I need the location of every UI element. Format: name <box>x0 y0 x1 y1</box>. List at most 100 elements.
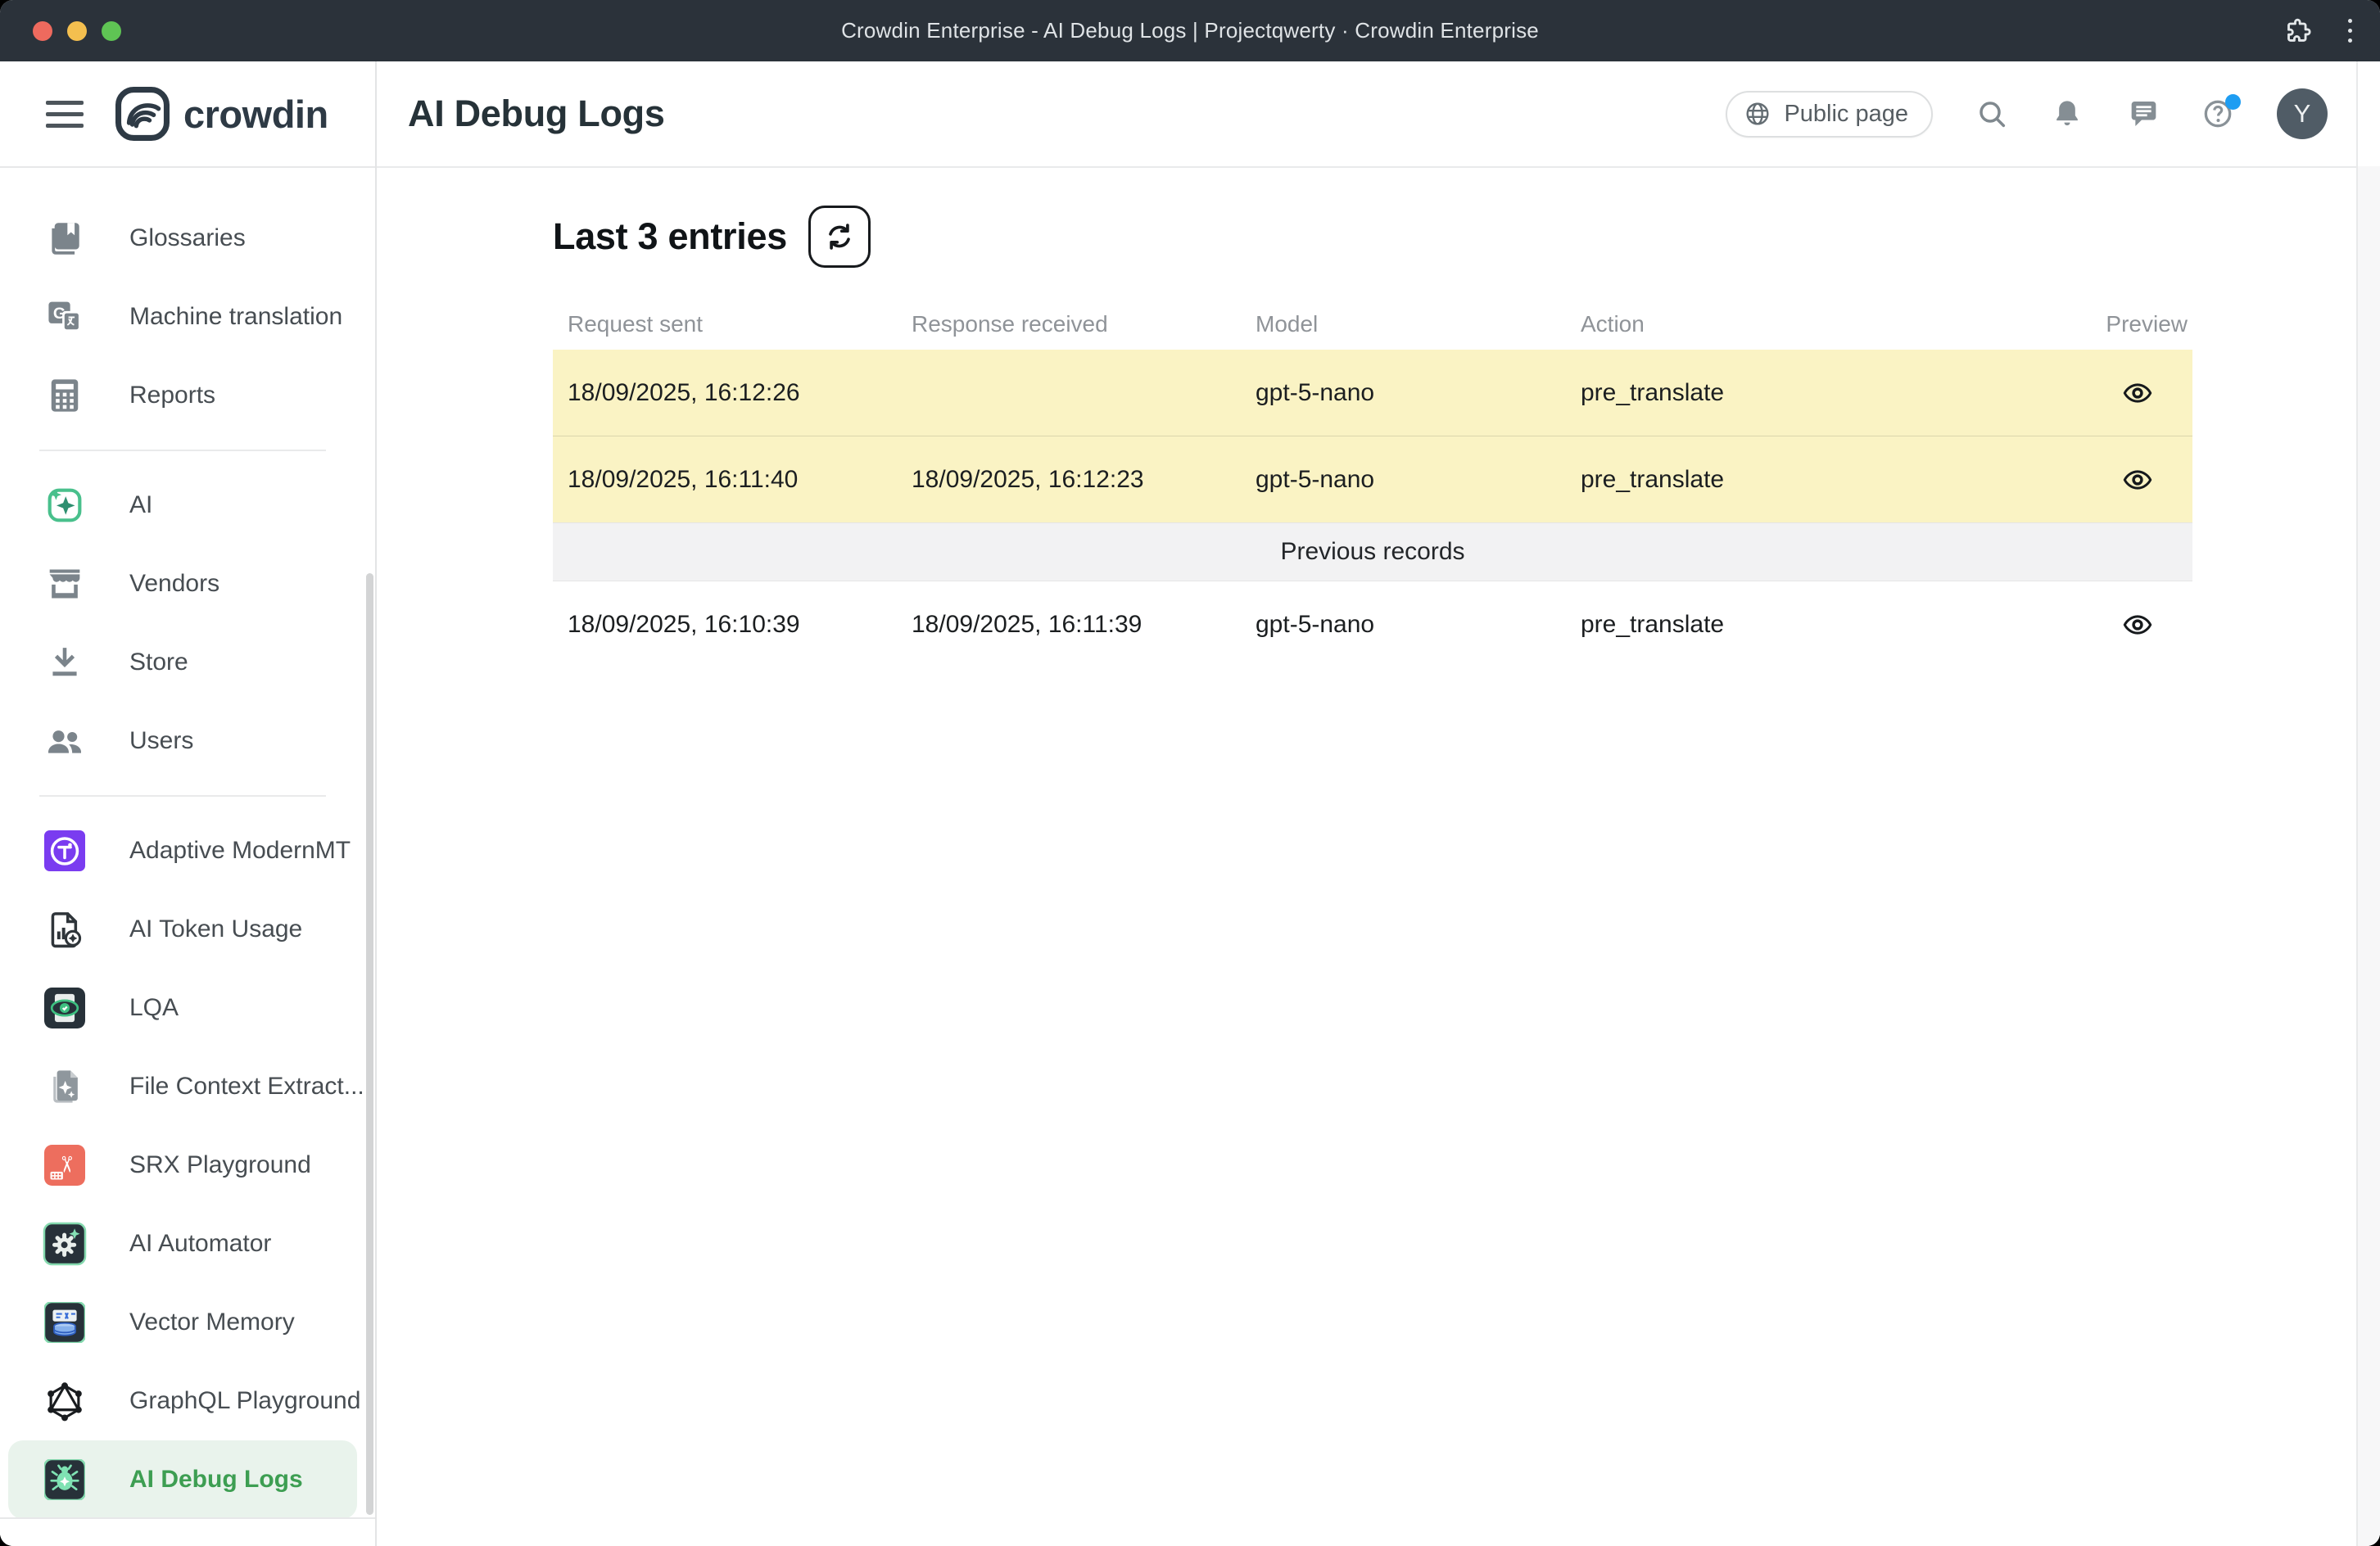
maximize-window-button[interactable] <box>102 21 121 41</box>
sidebar-item-label: LQA <box>129 994 179 1022</box>
column-header-request-sent: Request sent <box>553 311 897 337</box>
sidebar-item-vector-memory[interactable]: Vector Memory <box>8 1283 357 1362</box>
table-row: 18/09/2025, 16:10:3918/09/2025, 16:11:39… <box>553 581 2192 667</box>
srx-playground-icon: ✂ <box>44 1145 85 1186</box>
globe-icon <box>1744 100 1771 128</box>
svg-text:✂: ✂ <box>53 1155 79 1174</box>
column-header-preview: Preview <box>2082 311 2192 337</box>
sidebar-item-file-context-extract[interactable]: File Context Extract... <box>8 1047 357 1126</box>
vector-memory-icon <box>44 1302 85 1343</box>
previous-records-row[interactable]: Previous records <box>553 522 2192 581</box>
crowdin-logo[interactable]: crowdin <box>115 86 328 142</box>
sidebar-item-reports[interactable]: Reports <box>8 356 357 435</box>
file-context-extractor-icon <box>44 1066 85 1107</box>
sidebar-item-srx-playground[interactable]: ✂ SRX Playground <box>8 1126 357 1205</box>
column-header-model: Model <box>1241 311 1566 337</box>
notification-dot <box>2225 94 2241 110</box>
sidebar-item-ai-token-usage[interactable]: AI Token Usage <box>8 890 357 969</box>
preview-eye-icon[interactable] <box>2121 608 2154 641</box>
titlebar-actions <box>2283 0 2360 61</box>
store-icon <box>44 642 85 683</box>
messages-chat-icon[interactable] <box>2126 97 2159 130</box>
help-icon[interactable] <box>2201 97 2234 130</box>
column-header-action: Action <box>1566 311 2082 337</box>
glossaries-icon <box>44 218 85 259</box>
sidebar-item-label: Store <box>129 649 188 676</box>
app-shell: crowdin Glossaries GMachine translation Re… <box>0 61 2380 1546</box>
adaptive-modernmt-icon <box>44 830 85 871</box>
public-page-label: Public page <box>1784 101 1908 128</box>
ai-token-usage-icon <box>44 909 85 950</box>
minimize-window-button[interactable] <box>67 21 87 41</box>
sidebar-item-ai[interactable]: AI <box>8 466 357 545</box>
sidebar-item-users[interactable]: Users <box>8 702 357 780</box>
public-page-button[interactable]: Public page <box>1726 91 1933 138</box>
machine-translation-icon: G <box>44 296 85 337</box>
cell-model: gpt-5-nano <box>1241 466 1566 494</box>
sidebar-item-label: AI Automator <box>129 1230 271 1258</box>
refresh-button[interactable] <box>808 206 871 268</box>
vendors-icon <box>44 563 85 604</box>
sidebar-item-graphql-playground[interactable]: GraphQL Playground <box>8 1362 357 1440</box>
preview-eye-icon[interactable] <box>2121 463 2154 496</box>
extensions-puzzle-icon[interactable] <box>2283 16 2312 46</box>
notifications-bell-icon[interactable] <box>2051 97 2084 130</box>
page-scrollbar-track[interactable] <box>2356 61 2380 1546</box>
sidebar: crowdin Glossaries GMachine translation Re… <box>0 61 377 1546</box>
content: Last 3 entries Request sentResponse rece… <box>377 168 2380 667</box>
cell-preview <box>2082 608 2192 641</box>
browser-menu-kebab-icon[interactable] <box>2340 19 2360 43</box>
sidebar-item-label: Adaptive ModernMT <box>129 837 351 865</box>
traffic-lights <box>33 0 121 61</box>
close-window-button[interactable] <box>33 21 52 41</box>
cell-action: pre_translate <box>1566 611 2082 639</box>
cell-action: pre_translate <box>1566 379 2082 407</box>
titlebar: Crowdin Enterprise - AI Debug Logs | Pro… <box>0 0 2380 61</box>
sidebar-item-label: AI Debug Logs <box>129 1466 303 1494</box>
sidebar-item-label: SRX Playground <box>129 1151 311 1179</box>
ai-debug-logs-icon <box>44 1459 85 1500</box>
header-actions: Public page <box>1726 88 2328 139</box>
sidebar-item-label: Vector Memory <box>129 1309 295 1336</box>
avatar[interactable]: Y <box>2277 88 2328 139</box>
cell-preview <box>2082 463 2192 496</box>
cell-model: gpt-5-nano <box>1241 611 1566 639</box>
crowdin-wordmark: crowdin <box>183 92 328 137</box>
sidebar-divider <box>39 795 326 797</box>
cell-model: gpt-5-nano <box>1241 379 1566 407</box>
sidebar-item-label: Users <box>129 727 193 755</box>
sidebar-item-label: Glossaries <box>129 224 246 252</box>
sidebar-item-label: Reports <box>129 382 215 409</box>
preview-eye-icon[interactable] <box>2121 377 2154 409</box>
cell-action: pre_translate <box>1566 466 2082 494</box>
sidebar-item-store[interactable]: Store <box>8 623 357 702</box>
table-row: 18/09/2025, 16:11:4018/09/2025, 16:12:23… <box>553 436 2192 522</box>
sidebar-item-ai-debug-logs[interactable]: AI Debug Logs <box>8 1440 357 1517</box>
hamburger-menu-icon[interactable] <box>46 101 84 128</box>
refresh-icon <box>821 219 857 255</box>
ai-automator-icon <box>44 1223 85 1264</box>
cell-request-sent: 18/09/2025, 16:11:40 <box>553 466 897 494</box>
crowdin-logo-icon <box>115 86 170 142</box>
sidebar-item-glossaries[interactable]: Glossaries <box>8 199 357 278</box>
sidebar-footer <box>0 1517 375 1546</box>
sidebar-item-ai-automator[interactable]: AI Automator <box>8 1205 357 1283</box>
browser-window: Crowdin Enterprise - AI Debug Logs | Pro… <box>0 0 2380 1546</box>
sidebar-item-vendors[interactable]: Vendors <box>8 545 357 623</box>
table-header-row: Request sentResponse receivedModelAction… <box>553 299 2192 350</box>
debug-logs-table: Request sentResponse receivedModelAction… <box>553 299 2192 667</box>
entries-heading: Last 3 entries <box>553 215 787 258</box>
sidebar-scrollbar-thumb[interactable] <box>366 573 373 1515</box>
sidebar-item-label: AI Token Usage <box>129 915 302 943</box>
sidebar-item-machine-translation[interactable]: GMachine translation <box>8 278 357 356</box>
sidebar-item-lqa[interactable]: LQA <box>8 969 357 1047</box>
content-heading-row: Last 3 entries <box>553 206 2380 268</box>
sidebar-item-label: Vendors <box>129 570 219 598</box>
table-body: 18/09/2025, 16:12:26gpt-5-nanopre_transl… <box>553 350 2192 667</box>
graphql-playground-icon <box>44 1381 85 1422</box>
sidebar-item-adaptive-modernmt[interactable]: Adaptive ModernMT <box>8 811 357 890</box>
main-area: AI Debug Logs Public page <box>377 61 2380 1546</box>
cell-response-received: 18/09/2025, 16:12:23 <box>897 466 1241 494</box>
sidebar-item-label: GraphQL Playground <box>129 1387 360 1415</box>
search-icon[interactable] <box>1975 97 2008 130</box>
